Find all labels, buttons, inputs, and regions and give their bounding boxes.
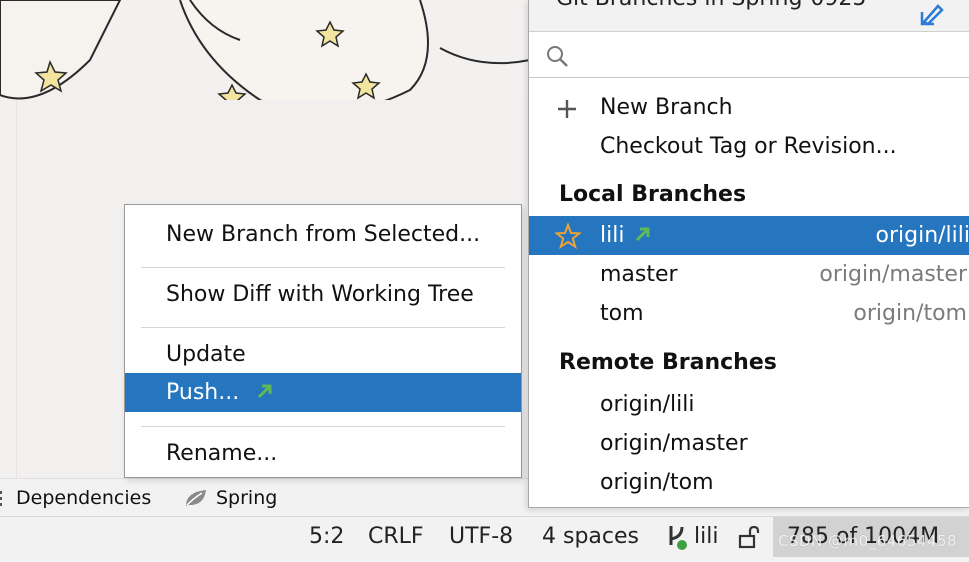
menu-separator [141, 327, 505, 328]
indent-setting[interactable]: 4 spaces [542, 517, 639, 557]
remote-branch-origin-lili[interactable]: origin/lili [529, 385, 969, 424]
tool-tab-label: Spring [216, 487, 278, 509]
unlock-icon [738, 525, 760, 549]
git-branches-popup: Git Branches in Spring-0925 New Branch C… [528, 0, 969, 508]
popup-title: Git Branches in Spring-0925 [556, 0, 866, 11]
menu-item-rename[interactable]: Rename... [125, 434, 521, 473]
menu-item-label: Show Diff with Working Tree [166, 282, 474, 307]
watermark: CSDN @m0_64654458 [778, 532, 958, 550]
git-branch-icon [669, 526, 687, 550]
action-new-branch[interactable]: New Branch [529, 88, 969, 127]
popup-header: Git Branches in Spring-0925 [529, 0, 969, 32]
menu-item-label: Push... [166, 380, 240, 405]
tracking-branch: origin/lili [875, 223, 969, 248]
menu-item-update[interactable]: Update [125, 335, 521, 374]
local-branch-tom[interactable]: tom origin/tom [529, 294, 969, 333]
menu-separator [141, 267, 505, 268]
git-branch-widget[interactable]: lili [666, 517, 718, 557]
branch-search [529, 33, 969, 78]
branch-name: origin/master [600, 431, 748, 456]
branch-name: lili [600, 216, 652, 255]
branch-name: origin/lili [600, 392, 695, 417]
star-icon [555, 223, 581, 249]
menu-item-show-diff[interactable]: Show Diff with Working Tree [125, 275, 521, 314]
edit-icon[interactable] [920, 2, 946, 26]
branch-name: tom [600, 301, 644, 326]
branch-name: master [600, 262, 678, 287]
branch-name: origin/tom [600, 470, 714, 495]
tracking-branch: origin/master [819, 262, 967, 287]
remote-branch-origin-tom[interactable]: origin/tom [529, 463, 969, 502]
read-only-lock[interactable] [738, 517, 760, 557]
tool-tab-dependencies[interactable]: Dependencies [0, 485, 151, 511]
action-checkout-tag[interactable]: Checkout Tag or Revision... [529, 127, 969, 166]
tool-tab-spring[interactable]: Spring [184, 485, 277, 511]
tool-window-bar: Dependencies Spring [0, 478, 530, 516]
dependencies-icon [0, 491, 2, 506]
file-encoding[interactable]: UTF-8 [449, 517, 513, 557]
line-separator[interactable]: CRLF [368, 517, 424, 557]
plus-icon [558, 100, 576, 118]
menu-item-push[interactable]: Push... [125, 373, 521, 412]
branch-search-input[interactable] [581, 39, 951, 71]
menu-item-label: New Branch from Selected... [166, 222, 481, 247]
menu-separator [141, 426, 505, 427]
remote-branches-header: Remote Branches [559, 350, 777, 375]
outgoing-commits-icon [636, 227, 650, 242]
tool-tab-label: Dependencies [16, 487, 152, 509]
action-label: Checkout Tag or Revision... [600, 134, 897, 159]
local-branch-master[interactable]: master origin/master [529, 255, 969, 294]
menu-item-new-branch-from-selected[interactable]: New Branch from Selected... [125, 215, 521, 254]
tracking-branch: origin/tom [853, 301, 967, 326]
caret-position[interactable]: 5:2 [309, 517, 344, 557]
remote-branch-origin-master[interactable]: origin/master [529, 424, 969, 463]
search-icon [547, 46, 568, 67]
menu-item-label: Rename... [166, 441, 278, 466]
push-arrow-icon [258, 384, 272, 399]
current-branch-label: lili [694, 524, 719, 549]
action-label: New Branch [600, 95, 733, 120]
menu-item-label: Update [166, 342, 246, 367]
spring-leaf-icon [186, 490, 206, 506]
branch-context-menu: New Branch from Selected... Show Diff wi… [124, 204, 522, 478]
local-branches-header: Local Branches [559, 182, 747, 207]
local-branch-lili[interactable]: lili origin/lili [529, 216, 969, 255]
